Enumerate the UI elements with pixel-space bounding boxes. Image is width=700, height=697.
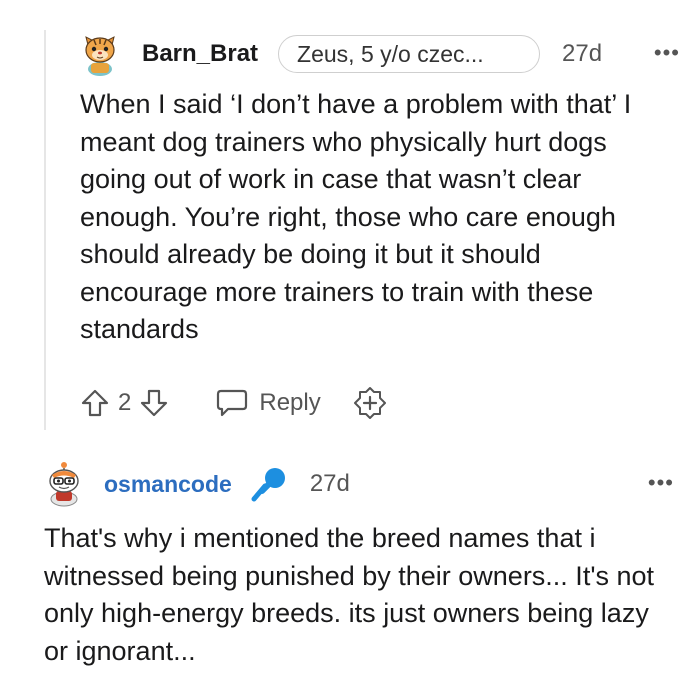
vote-count: 2 xyxy=(118,388,132,416)
more-options-icon[interactable]: ••• xyxy=(654,42,680,64)
comment-body: That's why i mentioned the breed names t… xyxy=(44,523,655,666)
reply-icon xyxy=(215,388,249,418)
avatar-tiger-icon xyxy=(85,36,115,76)
comment-age: 27d xyxy=(309,470,350,497)
reply-button[interactable]: Reply xyxy=(215,388,321,418)
username[interactable]: osmancode xyxy=(104,471,232,498)
reply-label: Reply xyxy=(259,388,321,416)
comment-age: 27d xyxy=(562,40,603,67)
comment-header: osmancode 27d ••• xyxy=(44,460,674,508)
avatar[interactable] xyxy=(80,31,120,77)
downvote-icon[interactable] xyxy=(139,388,169,418)
avatar-snoo-icon xyxy=(49,462,79,507)
comment-actions: 2 Reply xyxy=(80,383,680,423)
thread-line[interactable] xyxy=(44,30,46,430)
award-icon[interactable] xyxy=(351,386,389,420)
comment-body: When I said ‘I don’t have a problem with… xyxy=(80,89,632,344)
user-flair[interactable]: Zeus, 5 y/o czec... xyxy=(278,35,541,73)
comment-osmancode: osmancode 27d ••• That's why i mentioned… xyxy=(44,460,674,670)
comment-header: Barn_Brat Zeus, 5 y/o czec... 27d ••• xyxy=(80,30,680,78)
username[interactable]: Barn_Brat xyxy=(142,40,258,68)
upvote-icon[interactable] xyxy=(80,388,110,418)
microphone-icon xyxy=(250,465,288,503)
comment-barn-brat: Barn_Brat Zeus, 5 y/o czec... 27d ••• Wh… xyxy=(80,30,680,423)
more-options-icon[interactable]: ••• xyxy=(648,472,674,494)
avatar[interactable] xyxy=(44,461,84,507)
